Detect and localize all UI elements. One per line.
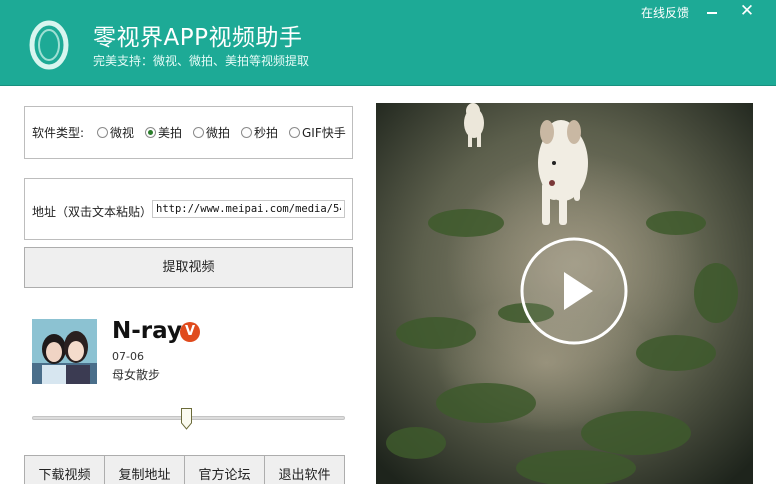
copy-address-button[interactable]: 复制地址 bbox=[105, 456, 185, 484]
close-icon[interactable]: ✕ bbox=[736, 1, 758, 23]
download-video-button[interactable]: 下载视频 bbox=[25, 456, 105, 484]
radio-circle-icon[interactable] bbox=[241, 127, 252, 138]
app-subtitle: 完美支持：微视、微拍、美拍等视频提取 bbox=[93, 54, 310, 68]
radio-weishi[interactable]: 微视 bbox=[97, 124, 134, 141]
play-icon[interactable] bbox=[519, 236, 629, 346]
feedback-link[interactable]: 在线反馈 bbox=[641, 4, 689, 21]
software-type-panel: 软件类型: 微视 美拍 微拍 秒拍 GIF快手 bbox=[24, 106, 353, 159]
slider-thumb[interactable] bbox=[181, 408, 192, 430]
video-preview[interactable] bbox=[376, 103, 753, 484]
app-title: 零视界APP视频助手 bbox=[93, 25, 303, 51]
ring-logo-icon bbox=[29, 20, 69, 70]
radio-circle-icon[interactable] bbox=[193, 127, 204, 138]
avatar-image bbox=[32, 319, 97, 384]
minimize-icon[interactable] bbox=[701, 2, 723, 22]
avatar bbox=[32, 319, 97, 384]
verified-badge-icon: V bbox=[180, 322, 200, 342]
radio-label: 微视 bbox=[110, 126, 135, 140]
radio-selected-icon[interactable] bbox=[145, 127, 156, 138]
radio-meipai[interactable]: 美拍 bbox=[145, 124, 182, 141]
address-input[interactable] bbox=[152, 200, 345, 218]
radio-circle-icon[interactable] bbox=[97, 127, 108, 138]
address-label: 地址（双击文本粘贴） bbox=[32, 205, 153, 219]
address-panel: 地址（双击文本粘贴） bbox=[24, 178, 353, 240]
exit-software-button[interactable]: 退出软件 bbox=[265, 456, 344, 484]
radio-label: GIF快手 bbox=[302, 126, 346, 140]
radio-gif-kuaishou[interactable]: GIF快手 bbox=[289, 124, 346, 141]
radio-miaopai[interactable]: 秒拍 bbox=[241, 124, 278, 141]
software-type-label: 软件类型: bbox=[32, 126, 85, 140]
radio-weipai[interactable]: 微拍 bbox=[193, 124, 230, 141]
official-forum-button[interactable]: 官方论坛 bbox=[185, 456, 265, 484]
post-caption: 母女散步 bbox=[112, 368, 161, 382]
extract-video-button[interactable]: 提取视频 bbox=[24, 247, 353, 288]
post-date: 07-06 bbox=[112, 350, 144, 363]
radio-label: 秒拍 bbox=[254, 126, 279, 140]
username: N-ray bbox=[112, 318, 182, 344]
title-bar: 零视界APP视频助手 完美支持：微视、微拍、美拍等视频提取 在线反馈 ✕ bbox=[0, 0, 776, 86]
radio-circle-icon[interactable] bbox=[289, 127, 300, 138]
bottom-button-bar: 下载视频 复制地址 官方论坛 退出软件 bbox=[24, 455, 345, 484]
radio-label: 美拍 bbox=[158, 126, 183, 140]
radio-label: 微拍 bbox=[206, 126, 231, 140]
